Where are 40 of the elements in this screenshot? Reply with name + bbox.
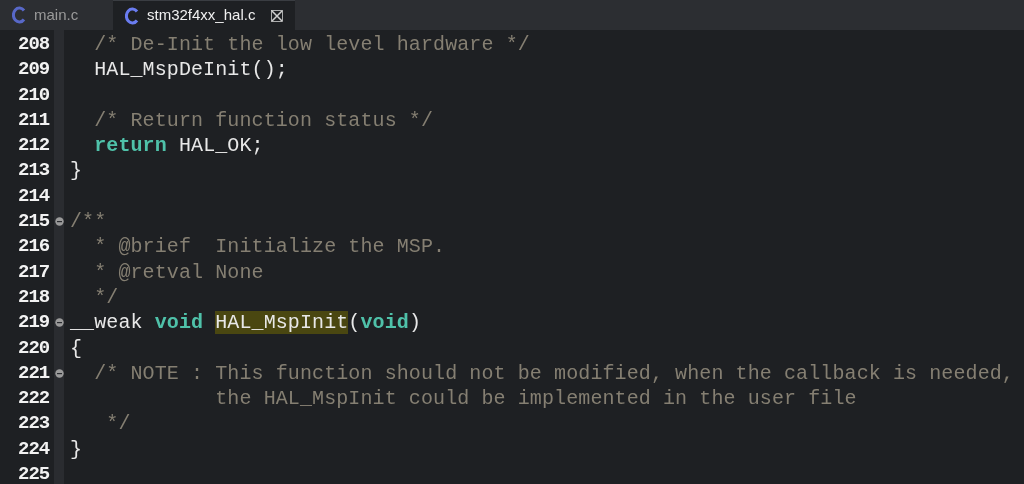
code-line: * @brief Initialize the MSP.	[93, 234, 446, 260]
c-file-icon	[125, 6, 139, 25]
line-number: 224	[17, 436, 50, 462]
code-line: /* NOTE : This function should not be modified, when the callback is needed,	[93, 360, 1014, 387]
code-line: /* Return function status */	[93, 107, 434, 134]
line-number: 215	[17, 209, 50, 235]
code-line: }	[70, 436, 83, 463]
code-line: /**	[70, 209, 107, 235]
line-number: 219	[17, 310, 50, 336]
line-number: 225	[17, 462, 50, 484]
line-number: 216	[17, 234, 50, 260]
line-number: 210	[17, 82, 50, 108]
code-line: * @retval None	[93, 259, 264, 285]
fold-icon[interactable]	[55, 318, 64, 328]
file-tab[interactable]: stm32f4xx_hal.c	[113, 0, 296, 30]
line-number: 218	[17, 284, 50, 310]
code-line: */	[93, 284, 119, 311]
code-line: */	[105, 411, 131, 437]
close-icon[interactable]	[271, 9, 284, 22]
line-number: 209	[17, 57, 50, 83]
fold-icon[interactable]	[55, 369, 64, 378]
line-number: 222	[17, 386, 50, 412]
line-number: 213	[17, 158, 50, 184]
code-line: HAL_MspDeInit();	[93, 57, 288, 83]
line-number: 212	[17, 133, 50, 159]
line-number: 220	[17, 335, 50, 361]
line-number: 221	[17, 360, 50, 386]
code-line: }	[70, 158, 83, 184]
code-line: {	[70, 335, 83, 361]
code-line: return HAL_OK;	[93, 133, 264, 159]
fold-icon[interactable]	[55, 217, 64, 227]
code-line: the HAL_MspInit could be implemented in the user file	[214, 386, 857, 412]
line-number: 208	[17, 32, 50, 57]
code-line: /* De-Init the low level hardware */	[93, 32, 530, 58]
line-number: 211	[17, 107, 50, 133]
line-number: 223	[17, 411, 50, 437]
line-number: 214	[17, 183, 50, 209]
c-file-icon	[12, 6, 26, 24]
code-line: __weak void HAL_MspInit(void)	[70, 310, 421, 336]
line-number: 217	[17, 259, 50, 285]
